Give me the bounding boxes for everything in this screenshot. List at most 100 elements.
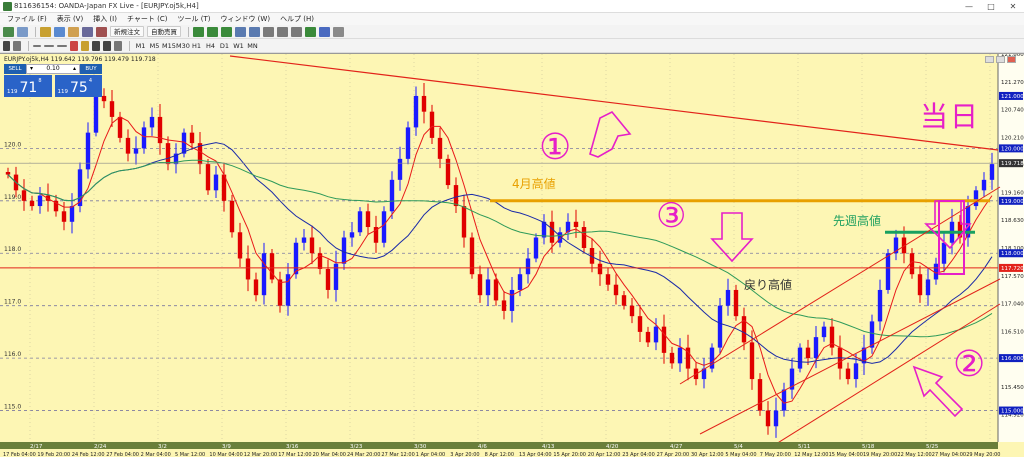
buy-button[interactable]: BUY xyxy=(80,64,102,74)
x-tick-label: 3 Apr 20:00 xyxy=(450,452,479,457)
toolbar-divider xyxy=(188,26,189,37)
candle-body xyxy=(37,195,43,207)
candle-body xyxy=(477,274,483,296)
price-chart[interactable]: 120.0119.0118.0117.0116.0115.0121.800121… xyxy=(0,54,1024,457)
chart-close-button[interactable] xyxy=(1007,56,1016,63)
fibonacci-icon[interactable] xyxy=(81,40,89,51)
x-tick-label: 17 Feb 04:00 xyxy=(3,452,36,457)
new-order-button[interactable]: 新規注文 xyxy=(110,26,144,37)
new-chart-icon[interactable] xyxy=(3,26,14,37)
menu-file[interactable]: ファイル (F) xyxy=(2,13,52,25)
grid-level-label: 119.0 xyxy=(4,194,21,201)
y-tick-label: 118.630 xyxy=(1001,218,1024,224)
indicators-icon[interactable] xyxy=(305,26,316,37)
y-tick-label: 117.570 xyxy=(1001,274,1024,280)
menu-view[interactable]: 表示 (V) xyxy=(52,13,88,25)
chart-shift-icon[interactable] xyxy=(277,26,288,37)
x-tick-label: 27 May 04:00 xyxy=(932,452,966,457)
timeframe-m1[interactable]: M1 xyxy=(134,42,147,50)
timeframe-m15[interactable]: M15 xyxy=(162,42,176,50)
candle-body xyxy=(853,363,859,380)
crosshair-icon[interactable] xyxy=(13,40,21,51)
y-tick-label: 116.510 xyxy=(1001,329,1024,335)
text-label-icon[interactable] xyxy=(103,40,111,51)
timeframe-mn[interactable]: MN xyxy=(246,42,259,50)
candle-body xyxy=(437,137,443,159)
zoom-in-icon[interactable] xyxy=(235,26,246,37)
buy-price-box[interactable]: 119 75 4 xyxy=(54,75,102,97)
sell-button[interactable]: SELL xyxy=(4,64,26,74)
market-watch-icon[interactable] xyxy=(40,26,51,37)
x-tick-label: 29 May 20:00 xyxy=(966,452,1000,457)
week-bar xyxy=(0,442,998,449)
candle-body xyxy=(261,253,267,296)
timeframe-m5[interactable]: M5 xyxy=(148,42,161,50)
price-tag-label: 117.720 xyxy=(1001,266,1024,272)
candle-body xyxy=(85,132,91,170)
candle-body xyxy=(349,232,355,238)
vertical-line-icon[interactable] xyxy=(33,44,41,47)
candle-body xyxy=(597,263,603,275)
trendline-icon[interactable] xyxy=(57,44,67,47)
tile-windows-icon[interactable] xyxy=(263,26,274,37)
candle-body xyxy=(445,158,451,186)
strategy-tester-icon[interactable] xyxy=(96,26,107,37)
candlestick-icon[interactable] xyxy=(207,26,218,37)
navigator-icon[interactable] xyxy=(68,26,79,37)
data-window-icon[interactable] xyxy=(54,26,65,37)
menu-insert[interactable]: 挿入 (I) xyxy=(88,13,122,25)
minimize-button[interactable]: — xyxy=(958,0,980,13)
timeframe-w1[interactable]: W1 xyxy=(232,42,245,50)
menu-chart[interactable]: チャート (C) xyxy=(122,13,173,25)
candle-body xyxy=(397,158,403,180)
x-tick-label: 5 May 04:00 xyxy=(725,452,756,457)
candle-body xyxy=(5,171,11,175)
lot-size-field[interactable]: ▾ 0.10 ▴ xyxy=(26,64,80,74)
candle-body xyxy=(325,268,331,290)
lot-increase-icon[interactable]: ▴ xyxy=(73,65,76,73)
text-icon[interactable] xyxy=(92,40,100,51)
close-button[interactable]: ✕ xyxy=(1002,0,1024,13)
sell-price-box[interactable]: 119 71 8 xyxy=(4,75,52,97)
horizontal-line-icon[interactable] xyxy=(44,44,54,47)
candle-body xyxy=(405,127,411,159)
maximize-button[interactable]: □ xyxy=(980,0,1002,13)
x-tick-label: 24 Mar 20:00 xyxy=(347,452,380,457)
profiles-icon[interactable] xyxy=(17,26,28,37)
chart-restore-button[interactable] xyxy=(996,56,1005,63)
terminal-icon[interactable] xyxy=(82,26,93,37)
menu-window[interactable]: ウィンドウ (W) xyxy=(215,13,275,25)
lot-size-value: 0.10 xyxy=(46,65,60,72)
periods-icon[interactable] xyxy=(319,26,330,37)
equidistant-channel-icon[interactable] xyxy=(70,40,78,51)
lot-decrease-icon[interactable]: ▾ xyxy=(30,65,33,73)
candle-body xyxy=(453,185,459,207)
bar-chart-icon[interactable] xyxy=(193,26,204,37)
zoom-out-icon[interactable] xyxy=(249,26,260,37)
candle-body xyxy=(205,164,211,191)
templates-icon[interactable] xyxy=(333,26,344,37)
menu-tools[interactable]: ツール (T) xyxy=(172,13,215,25)
chart-minimize-button[interactable] xyxy=(985,56,994,63)
arrows-icon[interactable] xyxy=(114,40,122,51)
candle-body xyxy=(301,237,307,243)
auto-trading-button[interactable]: 自動売買 xyxy=(147,26,181,37)
x-tick-label: 27 Mar 12:00 xyxy=(381,452,414,457)
candle-body xyxy=(365,211,371,228)
candle-body xyxy=(653,326,659,343)
candle-body xyxy=(229,200,235,233)
x-tick-label: 12 May 12:00 xyxy=(794,452,828,457)
candle-body xyxy=(93,95,99,133)
autoscroll-icon[interactable] xyxy=(291,26,302,37)
timeframe-m30[interactable]: M30 xyxy=(176,42,190,50)
timeframe-d1[interactable]: D1 xyxy=(218,42,231,50)
timeframe-h4[interactable]: H4 xyxy=(204,42,217,50)
chart-window[interactable]: 120.0119.0118.0117.0116.0115.0121.800121… xyxy=(0,53,1024,457)
line-chart-icon[interactable] xyxy=(221,26,232,37)
candle-body xyxy=(797,347,803,369)
app-icon xyxy=(3,2,12,11)
menu-help[interactable]: ヘルプ (H) xyxy=(275,13,319,25)
x-tick-label: 13 Apr 04:00 xyxy=(519,452,552,457)
cursor-icon[interactable] xyxy=(3,40,10,51)
timeframe-h1[interactable]: H1 xyxy=(190,42,203,50)
